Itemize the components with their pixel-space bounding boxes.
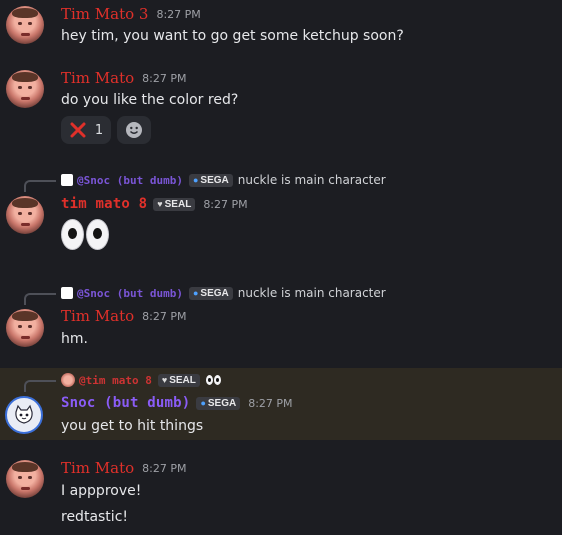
eyes-emoji-small: [205, 375, 221, 385]
cat-avatar-icon: [15, 404, 33, 424]
author-name[interactable]: Tim Mato 3: [61, 5, 148, 23]
user-avatar[interactable]: [6, 6, 44, 44]
smiley-icon: [126, 122, 142, 138]
role-tag: ● SEGA: [188, 173, 233, 187]
message-text: I appprove!: [61, 483, 142, 499]
role-tag: ● SEGA: [196, 396, 241, 410]
drop-icon: ●: [192, 175, 199, 185]
reply-avatar: [61, 373, 75, 387]
user-avatar[interactable]: [6, 460, 44, 498]
message-text: redtastic!: [61, 509, 128, 525]
reply-preview[interactable]: @Snoc (but dumb) ● SEGA nuckle is main ch…: [61, 286, 386, 300]
author-name[interactable]: tim mato 8: [61, 196, 147, 212]
drop-icon: ●: [192, 288, 199, 298]
author-name[interactable]: Snoc (but dumb): [61, 395, 190, 411]
timestamp: 8:27 PM: [248, 396, 293, 410]
author-name[interactable]: Tim Mato: [61, 69, 134, 87]
reply-author: @Snoc (but dumb): [77, 286, 183, 300]
reply-avatar: [61, 174, 73, 186]
timestamp: 8:27 PM: [142, 309, 187, 323]
reply-text: nuckle is main character: [237, 286, 386, 300]
heart-icon: ♥: [161, 375, 168, 385]
drop-icon: ●: [200, 398, 206, 408]
timestamp: 8:27 PM: [142, 71, 187, 85]
reaction-cross[interactable]: 1: [61, 116, 111, 144]
reply-text: nuckle is main character: [237, 173, 386, 187]
role-tag: ♥ SEAL: [153, 197, 196, 211]
message-text: hm.: [61, 331, 88, 347]
reaction-count: 1: [94, 122, 104, 138]
message-text: you get to hit things: [61, 418, 204, 434]
heart-icon: ♥: [157, 199, 163, 209]
role-tag: ● SEGA: [188, 286, 233, 300]
author-name[interactable]: Tim Mato: [61, 307, 134, 325]
author-name[interactable]: Tim Mato: [61, 459, 134, 477]
reply-preview[interactable]: @Snoc (but dumb) ● SEGA nuckle is main ch…: [61, 173, 386, 187]
message-text: hey tim, you want to go get some ketchup…: [61, 28, 404, 44]
message-text: do you like the color red?: [61, 92, 239, 108]
user-avatar[interactable]: [6, 196, 44, 234]
reply-author: @Snoc (but dumb): [77, 173, 183, 187]
timestamp: 8:27 PM: [203, 197, 248, 211]
reply-author: @tim mato 8: [79, 373, 152, 387]
role-tag: ♥ SEAL: [157, 373, 200, 387]
user-avatar[interactable]: [5, 396, 43, 434]
eyes-emoji: [61, 219, 109, 250]
user-avatar[interactable]: [6, 309, 44, 347]
reply-avatar: [61, 287, 73, 299]
timestamp: 8:27 PM: [142, 461, 187, 475]
reply-preview[interactable]: @tim mato 8 ♥ SEAL: [61, 373, 221, 387]
timestamp: 8:27 PM: [156, 7, 201, 21]
user-avatar[interactable]: [6, 70, 44, 108]
cross-mark-icon: [70, 122, 86, 138]
add-reaction-button[interactable]: [117, 116, 151, 144]
